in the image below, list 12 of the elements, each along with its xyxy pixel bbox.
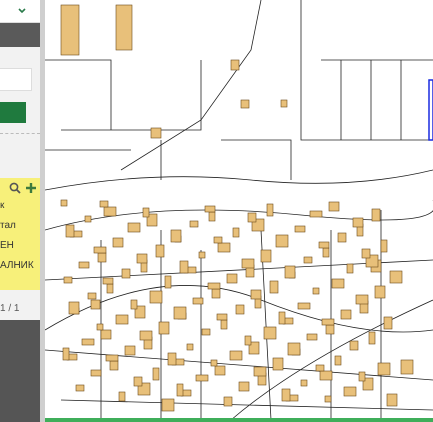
result-item[interactable]: к xyxy=(0,196,40,216)
result-item[interactable]: АЛНИК xyxy=(0,256,40,276)
search-icon[interactable] xyxy=(9,182,21,194)
result-item[interactable]: тал xyxy=(0,216,40,236)
header-bar xyxy=(0,23,40,47)
search-button[interactable] xyxy=(0,102,26,123)
input-field[interactable] xyxy=(0,68,32,91)
chevron-down-icon xyxy=(18,8,26,14)
page-counter: 1 / 1 xyxy=(0,302,20,316)
plus-icon[interactable] xyxy=(25,182,37,194)
dropdown-select[interactable] xyxy=(0,0,40,23)
result-item[interactable]: ЕН xyxy=(0,236,40,256)
